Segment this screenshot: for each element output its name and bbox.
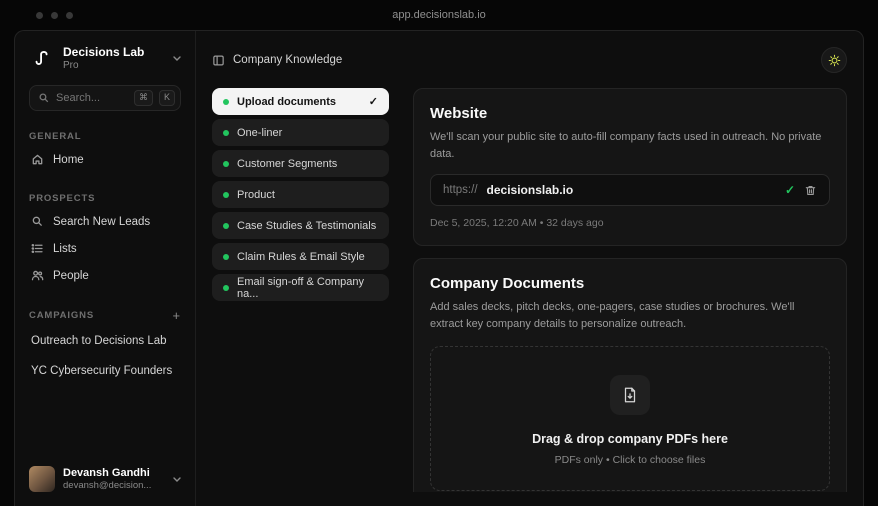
address-bar: app.decisionslab.io [392,9,486,21]
status-dot-icon [223,284,229,291]
website-card: Website We'll scan your public site to a… [413,88,847,246]
search-icon [39,93,49,103]
add-campaign-button[interactable]: + [173,309,181,322]
chevron-down-icon [173,55,181,62]
dropzone-subtitle: PDFs only • Click to choose files [554,454,706,466]
step-label: Case Studies & Testimonials [237,219,377,232]
step-label: Claim Rules & Email Style [237,250,365,263]
section-label-campaigns: CAMPAIGNS + [29,309,181,322]
shortcut-cmd-key: ⌘ [133,90,153,106]
sidebar-item-home[interactable]: Home [29,146,181,173]
page-header: Company Knowledge [196,31,863,86]
company-knowledge-icon [213,55,224,65]
window-close-button[interactable] [36,11,43,19]
status-dot-icon [223,98,229,105]
valid-check-icon: ✓ [784,183,795,197]
step-product[interactable]: Product [212,181,389,208]
step-label: Upload documents [237,95,337,108]
step-upload-documents[interactable]: Upload documents ✓ [212,88,389,115]
delete-website-button[interactable] [804,184,817,197]
chevron-down-icon [173,476,181,483]
shortcut-k-key: K [158,90,175,106]
window-controls[interactable] [0,11,73,19]
workspace-switcher[interactable]: Decisions Lab Pro [29,45,181,71]
section-label-general: GENERAL [29,131,82,142]
trash-icon [805,185,816,195]
card-title: Website [430,105,488,122]
avatar [29,466,55,492]
company-documents-card: Company Documents Add sales decks, pitch… [413,258,847,492]
status-dot-icon [223,222,229,229]
card-description: Add sales decks, pitch decks, one-pagers… [430,301,795,330]
browser-topbar: app.decisionslab.io [0,0,878,30]
list-icon [31,243,43,254]
status-dot-icon [223,129,229,136]
home-icon [32,154,43,165]
status-dot-icon [223,253,229,260]
sidebar-item-campaign[interactable]: Outreach to Decisions Lab [29,326,181,356]
sidebar: Decisions Lab Pro Search... ⌘ K GENERAL … [15,31,196,506]
status-dot-icon [223,160,229,167]
step-case-studies[interactable]: Case Studies & Testimonials [212,212,389,239]
card-title: Company Documents [430,275,585,292]
step-label: Email sign-off & Company na... [237,275,364,300]
step-label: Product [237,188,275,201]
user-email: devansh@decision... [63,480,152,492]
card-description: We'll scan your public site to auto-fill… [430,131,822,160]
campaigns-label: CAMPAIGNS [29,310,95,321]
content-column: Website We'll scan your public site to a… [413,88,847,492]
knowledge-steps-nav: Upload documents ✓ One-liner Customer Se… [212,88,389,492]
sidebar-item-label: Search New Leads [53,215,151,228]
section-label-prospects: PROSPECTS [29,193,96,204]
step-label: One-liner [237,126,283,139]
window-maximize-button[interactable] [66,11,73,19]
window-minimize-button[interactable] [51,11,58,19]
search-input[interactable]: Search... ⌘ K [29,85,181,111]
pdf-dropzone[interactable]: Drag & drop company PDFs here PDFs only … [430,346,830,491]
decisions-lab-logo-icon [29,45,55,71]
step-one-liner[interactable]: One-liner [212,119,389,146]
sidebar-item-lists[interactable]: Lists [29,235,181,262]
url-scheme-prefix: https:// [443,184,478,196]
sidebar-item-label: Home [53,153,84,166]
search-leads-icon [32,216,43,227]
app-window: Decisions Lab Pro Search... ⌘ K GENERAL … [14,30,864,506]
people-icon [31,270,44,281]
step-label: Customer Segments [237,157,338,170]
sidebar-item-search-new-leads[interactable]: Search New Leads [29,208,181,235]
sidebar-item-campaign[interactable]: YC Cybersecurity Founders [29,356,181,386]
check-icon: ✓ [368,96,378,108]
user-name: Devansh Gandhi [63,466,150,479]
workspace-plan: Pro [63,59,79,71]
page-title: Company Knowledge [233,54,343,66]
sidebar-item-label: Lists [53,242,77,255]
last-scanned-timestamp: Dec 5, 2025, 12:20 AM • 32 days ago [430,217,604,229]
sun-icon [828,54,840,66]
theme-toggle-button[interactable] [821,47,847,73]
workspace-name: Decisions Lab [63,45,145,60]
main-body: Upload documents ✓ One-liner Customer Se… [196,86,863,506]
status-dot-icon [223,191,229,198]
dropzone-title: Drag & drop company PDFs here [532,432,728,446]
website-url-value: decisionslab.io [486,183,574,197]
step-customer-segments[interactable]: Customer Segments [212,150,389,177]
sidebar-item-people[interactable]: People [29,262,181,289]
sidebar-item-label: People [53,269,89,282]
step-claim-rules[interactable]: Claim Rules & Email Style [212,243,389,270]
file-upload-icon [610,375,650,415]
main-content: Company Knowledge Upload documents ✓ One… [196,31,863,506]
step-email-signoff[interactable]: Email sign-off & Company na... [212,274,389,301]
search-placeholder: Search... [56,92,101,104]
user-menu[interactable]: Devansh Gandhi devansh@decision... [29,466,181,492]
website-url-input[interactable]: https:// decisionslab.io ✓ [430,174,830,206]
